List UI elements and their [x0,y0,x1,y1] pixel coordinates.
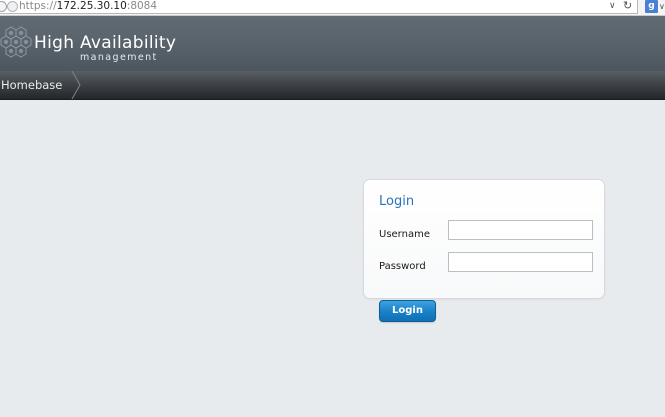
password-label: Password [379,261,426,272]
password-field[interactable] [448,252,593,272]
app-title: High Availability [34,33,177,53]
url-text[interactable]: https://172.25.30.10:8084 [19,0,157,13]
username-field[interactable] [448,220,593,240]
username-label: Username [379,229,430,240]
breadcrumb: Homebase [0,71,665,100]
login-title: Login [379,194,415,209]
url-port: :8084 [126,0,158,12]
lock-icon[interactable] [0,1,7,12]
chevron-right-icon [71,71,81,99]
google-search-icon[interactable]: g [645,0,658,13]
url-protocol: https:// [19,0,57,12]
app-subtitle: management [80,52,158,63]
reload-icon[interactable]: ↻ [623,0,632,13]
search-engine-caret-icon[interactable]: ∨ [659,0,665,13]
app-header: High Availability management [0,16,665,71]
address-field[interactable]: https://172.25.30.10:8084 ∨ ↻ [0,0,638,14]
login-button[interactable]: Login [379,300,436,322]
hexagon-logo-icon [0,26,32,58]
login-panel: Login Username Password [363,179,605,299]
browser-url-bar: https://172.25.30.10:8084 ∨ ↻ g ∨ [0,0,665,16]
chevron-down-icon[interactable]: ∨ [609,0,616,13]
breadcrumb-item-homebase[interactable]: Homebase [0,71,81,99]
globe-icon [7,1,18,12]
breadcrumb-label: Homebase [1,78,63,92]
url-host: 172.25.30.10 [56,0,127,12]
